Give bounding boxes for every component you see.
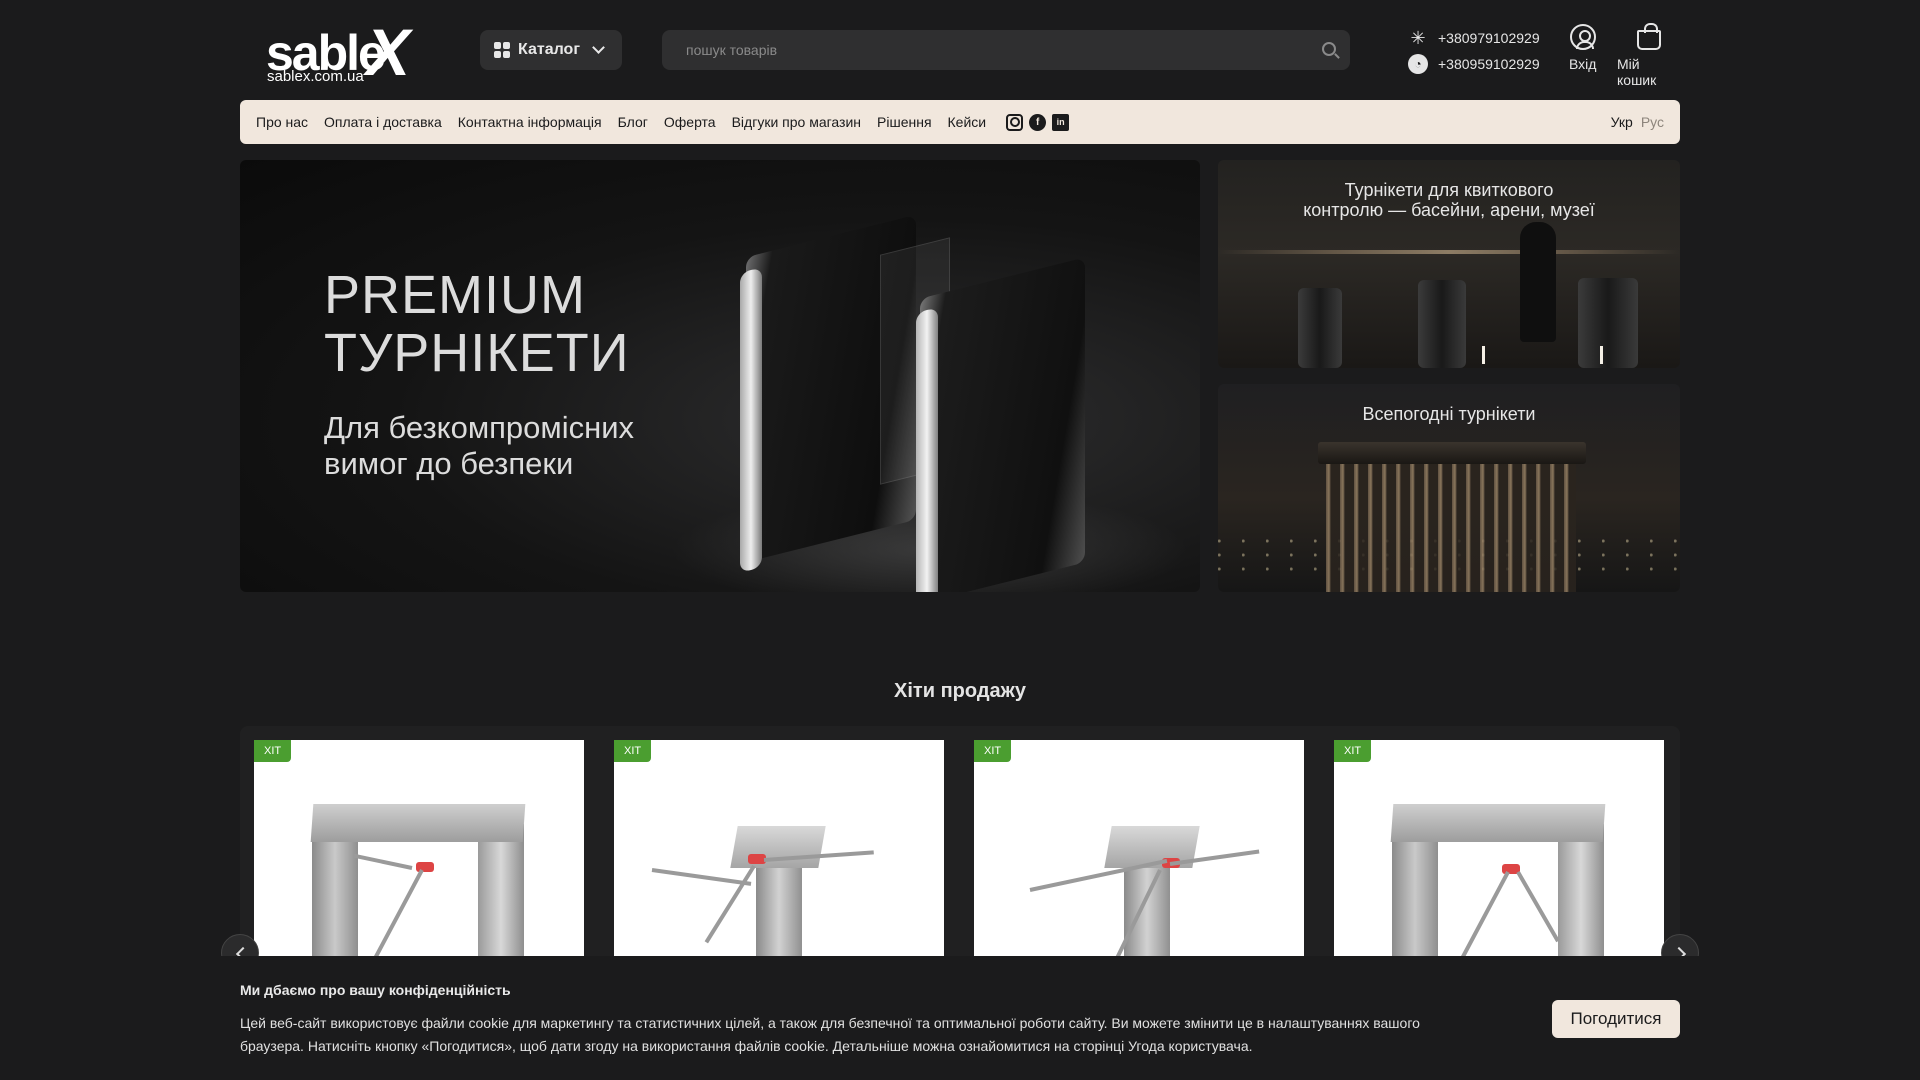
nav-item-blog[interactable]: Блог bbox=[618, 114, 648, 130]
nav-item-reviews[interactable]: Відгуки про магазин bbox=[732, 114, 861, 130]
ticket-gate-image bbox=[1418, 280, 1466, 368]
side-banner-title: Турнікети для квиткового контролю — басе… bbox=[1218, 180, 1680, 220]
turnstile-roof-image bbox=[1318, 442, 1586, 464]
vodafone-icon: ◔ bbox=[1408, 54, 1428, 74]
nav-item-about[interactable]: Про нас bbox=[256, 114, 308, 130]
search-icon[interactable] bbox=[1322, 42, 1336, 56]
main-nav: Про нас Оплата і доставка Контактна інфо… bbox=[240, 100, 1680, 144]
search-input[interactable] bbox=[662, 30, 1350, 70]
chevron-down-icon bbox=[592, 41, 605, 54]
nav-item-payment[interactable]: Оплата і доставка bbox=[324, 114, 442, 130]
ticket-gate-image bbox=[1298, 288, 1342, 368]
wall-light bbox=[1218, 250, 1680, 254]
side-banner-ticket-control[interactable]: Турнікети для квиткового контролю — басе… bbox=[1218, 160, 1680, 368]
turnstile-arm bbox=[368, 869, 424, 969]
light-strip bbox=[1600, 346, 1603, 364]
phone-number: +380959102929 bbox=[1438, 56, 1540, 72]
frame-top bbox=[310, 804, 526, 842]
catalog-label: Каталог bbox=[518, 41, 580, 58]
logo-x: X bbox=[366, 15, 411, 89]
lang-rus[interactable]: Рус bbox=[1641, 114, 1664, 130]
user-icon bbox=[1569, 24, 1596, 50]
linkedin-icon[interactable]: in bbox=[1052, 113, 1070, 131]
hero-title-line: PREMIUM bbox=[324, 265, 586, 325]
logo-domain: sablex.com.ua bbox=[267, 68, 364, 85]
nav-item-solutions[interactable]: Рішення bbox=[877, 114, 932, 130]
cart-label: Мій кошик bbox=[1617, 56, 1657, 88]
phone-number: +380979102929 bbox=[1438, 30, 1540, 46]
catalog-button[interactable]: Каталог bbox=[480, 30, 622, 70]
hero-title-line: ТУРНІКЕТИ bbox=[324, 323, 630, 383]
full-height-turnstile-image bbox=[1326, 444, 1576, 592]
turnstile-panel-image bbox=[920, 257, 1085, 592]
site-logo[interactable]: sable X sablex.com.ua bbox=[266, 15, 416, 89]
ticket-gate-image bbox=[1578, 278, 1638, 368]
hero-subtitle: Для безкомпромісних вимог до безпеки bbox=[324, 410, 634, 482]
shopping-bag-icon bbox=[1636, 23, 1661, 50]
hits-section-title: Хіти продажу bbox=[894, 680, 1026, 702]
login-button[interactable]: Вхід bbox=[1569, 24, 1596, 72]
phone-list: ✳ +380979102929 ◔ +380959102929 bbox=[1408, 25, 1540, 77]
hit-badge: ХІТ bbox=[974, 740, 1012, 762]
side-banner-title-line: Турнікети для квиткового bbox=[1344, 180, 1554, 200]
site-header: sable X sablex.com.ua Каталог ✳ +3809791… bbox=[240, 0, 1680, 100]
cookie-banner: Ми дбаємо про вашу конфіденційність Цей … bbox=[0, 956, 1920, 1080]
turnstile-edge-image bbox=[916, 307, 938, 592]
turnstile-arm bbox=[1516, 871, 1560, 943]
kyivstar-icon: ✳ bbox=[1410, 27, 1426, 48]
social-links: f in bbox=[1006, 113, 1070, 131]
language-switcher: Укр Рус bbox=[1611, 114, 1664, 130]
hit-badge: ХІТ bbox=[614, 740, 652, 762]
grid-icon bbox=[494, 42, 510, 58]
instagram-icon[interactable] bbox=[1006, 113, 1024, 131]
side-banner-title-line: контролю — басейни, арени, музеї bbox=[1303, 200, 1595, 220]
side-banner-all-weather[interactable]: Всепогодні турнікети bbox=[1218, 384, 1680, 592]
search-box bbox=[662, 30, 1350, 70]
nav-item-contacts[interactable]: Контактна інформація bbox=[458, 114, 602, 130]
nav-item-cases[interactable]: Кейси bbox=[948, 114, 987, 130]
cookie-title: Ми дбаємо про вашу конфіденційність bbox=[240, 982, 511, 998]
hero-subtitle-line: вимог до безпеки bbox=[324, 446, 574, 481]
frame-top bbox=[1390, 804, 1606, 842]
light-strip bbox=[1482, 346, 1485, 364]
phone-vodafone[interactable]: ◔ +380959102929 bbox=[1408, 51, 1540, 77]
side-banner-title: Всепогодні турнікети bbox=[1218, 404, 1680, 424]
cart-button[interactable]: Мій кошик bbox=[1617, 23, 1680, 88]
side-banner-title-line: Всепогодні турнікети bbox=[1362, 404, 1536, 424]
hero-title: PREMIUM ТУРНІКЕТИ bbox=[324, 266, 630, 382]
turnstile-arm bbox=[352, 853, 413, 870]
turnstile-head bbox=[730, 826, 826, 868]
hero-subtitle-line: Для безкомпромісних bbox=[324, 410, 635, 445]
agree-button[interactable]: Погодитися bbox=[1552, 1000, 1680, 1038]
turnstile-edge-image bbox=[740, 267, 762, 573]
turnstile-arm bbox=[651, 868, 752, 886]
login-label: Вхід bbox=[1569, 56, 1597, 72]
hit-badge: ХІТ bbox=[1334, 740, 1372, 762]
phone-kyivstar[interactable]: ✳ +380979102929 bbox=[1408, 25, 1540, 51]
person-image bbox=[1520, 222, 1556, 342]
nav-item-offer[interactable]: Оферта bbox=[664, 114, 716, 130]
cookie-text: Цей веб-сайт використовує файли cookie д… bbox=[240, 1015, 1420, 1054]
facebook-icon[interactable]: f bbox=[1029, 113, 1047, 131]
lang-ukr[interactable]: Укр bbox=[1611, 114, 1633, 130]
hero-banner[interactable]: PREMIUM ТУРНІКЕТИ Для безкомпромісних ви… bbox=[240, 160, 1200, 592]
hit-badge: ХІТ bbox=[254, 740, 292, 762]
